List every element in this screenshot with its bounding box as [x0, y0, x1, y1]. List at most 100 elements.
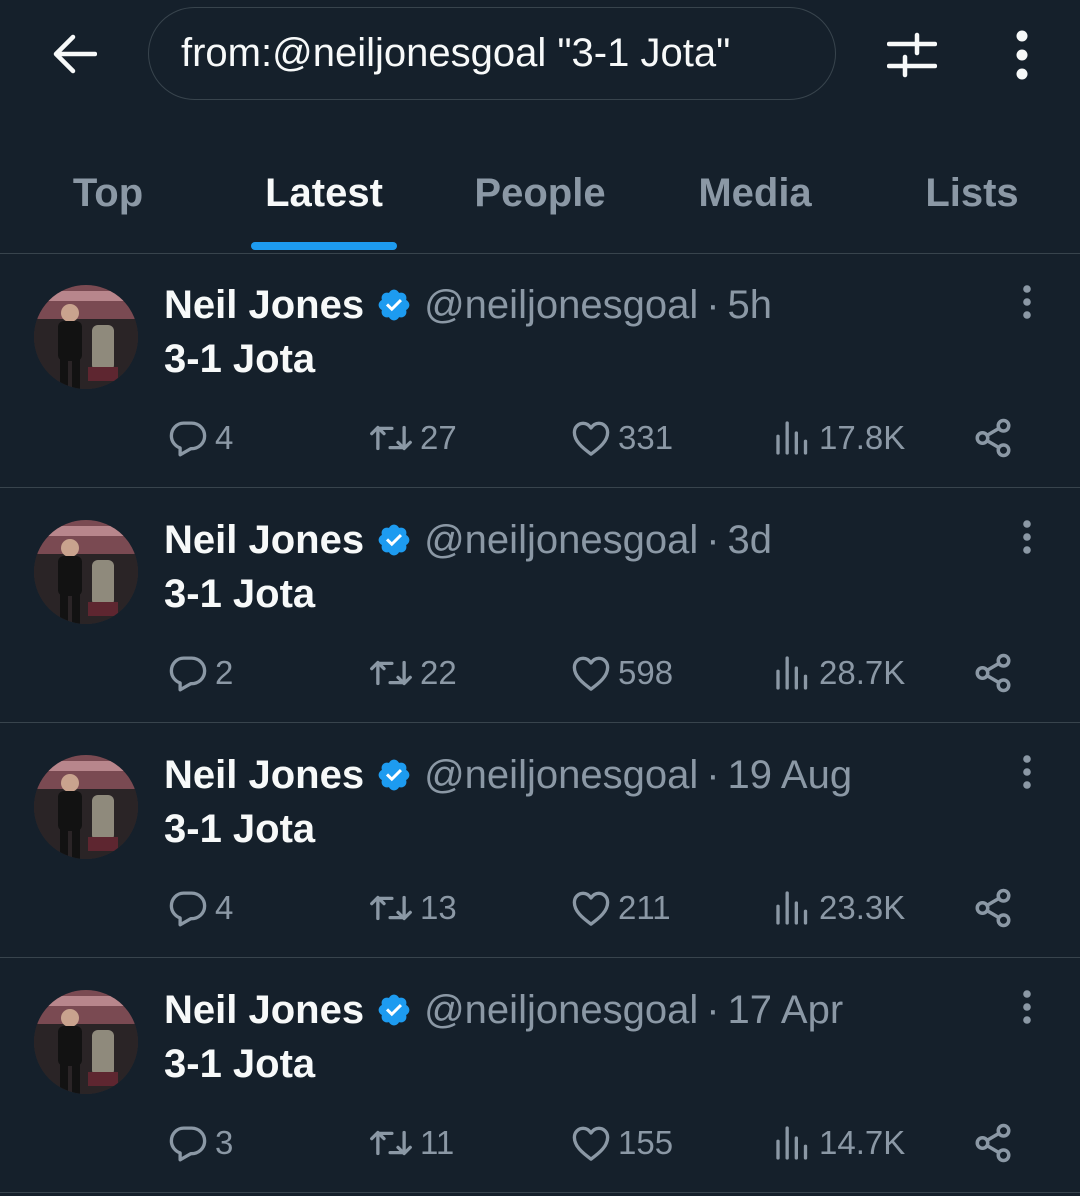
like-icon	[572, 1126, 610, 1161]
tweet-more-button[interactable]	[1006, 986, 1048, 1028]
retweet-count: 22	[420, 654, 457, 691]
retweet-icon	[370, 425, 412, 451]
search-header	[0, 0, 1080, 115]
like-count: 331	[618, 419, 674, 456]
views-icon	[776, 1126, 808, 1160]
view-count: 17.8K	[819, 419, 906, 456]
separator-dot: ·	[706, 987, 720, 1032]
retweet-icon	[370, 895, 412, 921]
reply-button[interactable]: 3	[167, 1118, 233, 1168]
verified-badge-icon	[376, 757, 412, 793]
tweet-timestamp[interactable]: 5h	[728, 283, 773, 328]
retweet-button[interactable]: 27	[368, 413, 457, 463]
retweet-count: 11	[420, 1124, 455, 1161]
views-icon	[776, 891, 808, 925]
tab-people[interactable]: People	[460, 135, 620, 253]
back-button[interactable]	[44, 24, 104, 84]
tab-media[interactable]: Media	[680, 135, 830, 253]
tweet[interactable]: Neil Jones @neiljonesgoal · 5h 3-1 Jota	[0, 253, 1080, 488]
more-options-button[interactable]	[998, 24, 1046, 86]
like-button[interactable]: 331	[570, 413, 673, 463]
reply-button[interactable]: 4	[167, 883, 233, 933]
tab-lists[interactable]: Lists	[912, 135, 1032, 253]
more-vertical-icon	[1023, 990, 1031, 1024]
separator-dot: ·	[706, 517, 720, 562]
retweet-icon	[370, 660, 412, 686]
tweet-timestamp[interactable]: 17 Apr	[728, 988, 844, 1033]
tweet[interactable]: Neil Jones @neiljonesgoal · 19 Aug 3-1 J…	[0, 723, 1080, 958]
tweet-timestamp[interactable]: 3d	[728, 518, 773, 563]
more-vertical-icon	[1016, 30, 1028, 80]
views-button[interactable]: 23.3K	[773, 883, 905, 933]
author-name[interactable]: Neil Jones	[164, 283, 364, 328]
share-button[interactable]	[972, 648, 1020, 698]
separator-dot: ·	[706, 752, 720, 797]
retweet-icon	[370, 1130, 412, 1156]
like-icon	[572, 891, 610, 926]
tweet-more-button[interactable]	[1006, 751, 1048, 793]
reply-icon	[169, 891, 207, 927]
reply-icon	[169, 656, 207, 692]
reply-icon	[169, 421, 207, 457]
author-name[interactable]: Neil Jones	[164, 988, 364, 1033]
author-name[interactable]: Neil Jones	[164, 753, 364, 798]
reply-icon	[169, 1126, 207, 1162]
tweet-text: 3-1 Jota	[164, 572, 316, 616]
share-button[interactable]	[972, 1118, 1020, 1168]
verified-badge-icon	[376, 992, 412, 1028]
share-button[interactable]	[972, 883, 1020, 933]
search-field[interactable]	[148, 7, 836, 100]
like-button[interactable]: 155	[570, 1118, 673, 1168]
views-button[interactable]: 17.8K	[773, 413, 905, 463]
avatar[interactable]	[34, 520, 138, 624]
retweet-button[interactable]: 11	[368, 1118, 454, 1168]
tab-latest[interactable]: Latest	[240, 135, 408, 253]
author-handle[interactable]: @neiljonesgoal	[424, 753, 698, 798]
search-filters-button[interactable]	[880, 26, 944, 84]
tab-top[interactable]: Top	[50, 135, 166, 253]
retweet-button[interactable]: 13	[368, 883, 457, 933]
reply-count: 4	[215, 419, 234, 456]
author-name[interactable]: Neil Jones	[164, 518, 364, 563]
tweet-actions: 4 27 331 17.8K	[0, 413, 1080, 463]
share-icon	[975, 418, 1011, 458]
tweet[interactable]: Neil Jones @neiljonesgoal · 3d 3-1 Jota	[0, 488, 1080, 723]
search-tabs: Top Latest People Media Lists	[0, 135, 1080, 254]
like-button[interactable]: 211	[570, 883, 671, 933]
like-button[interactable]: 598	[570, 648, 673, 698]
separator-dot: ·	[706, 282, 720, 327]
views-button[interactable]: 28.7K	[773, 648, 905, 698]
tweet-header: Neil Jones @neiljonesgoal · 3d	[164, 512, 772, 568]
more-vertical-icon	[1023, 755, 1031, 789]
tweet-header: Neil Jones @neiljonesgoal · 17 Apr	[164, 982, 843, 1038]
share-button[interactable]	[972, 413, 1020, 463]
tweet-more-button[interactable]	[1006, 516, 1048, 558]
view-count: 28.7K	[819, 654, 906, 691]
avatar[interactable]	[34, 755, 138, 859]
avatar[interactable]	[34, 990, 138, 1094]
tweet-timestamp[interactable]: 19 Aug	[728, 753, 853, 798]
author-handle[interactable]: @neiljonesgoal	[424, 518, 698, 563]
reply-button[interactable]: 4	[167, 413, 233, 463]
view-count: 14.7K	[819, 1124, 906, 1161]
author-handle[interactable]: @neiljonesgoal	[424, 283, 698, 328]
retweet-count: 27	[420, 419, 457, 456]
views-button[interactable]: 14.7K	[773, 1118, 905, 1168]
tweet-actions: 3 11 155 14.7K	[0, 1118, 1080, 1168]
tweet[interactable]: Neil Jones @neiljonesgoal · 17 Apr 3-1 J…	[0, 958, 1080, 1193]
retweet-button[interactable]: 22	[368, 648, 457, 698]
reply-count: 2	[215, 654, 234, 691]
tweet-text: 3-1 Jota	[164, 807, 316, 851]
tweet-more-button[interactable]	[1006, 281, 1048, 323]
like-icon	[572, 656, 610, 691]
tweet-header: Neil Jones @neiljonesgoal · 19 Aug	[164, 747, 852, 803]
tweet-text: 3-1 Jota	[164, 337, 316, 381]
views-icon	[776, 656, 808, 690]
author-handle[interactable]: @neiljonesgoal	[424, 988, 698, 1033]
avatar[interactable]	[34, 285, 138, 389]
verified-badge-icon	[376, 287, 412, 323]
tweet-actions: 4 13 211 23.3K	[0, 883, 1080, 933]
tweet-header: Neil Jones @neiljonesgoal · 5h	[164, 277, 772, 333]
reply-button[interactable]: 2	[167, 648, 233, 698]
search-input[interactable]	[181, 31, 801, 76]
